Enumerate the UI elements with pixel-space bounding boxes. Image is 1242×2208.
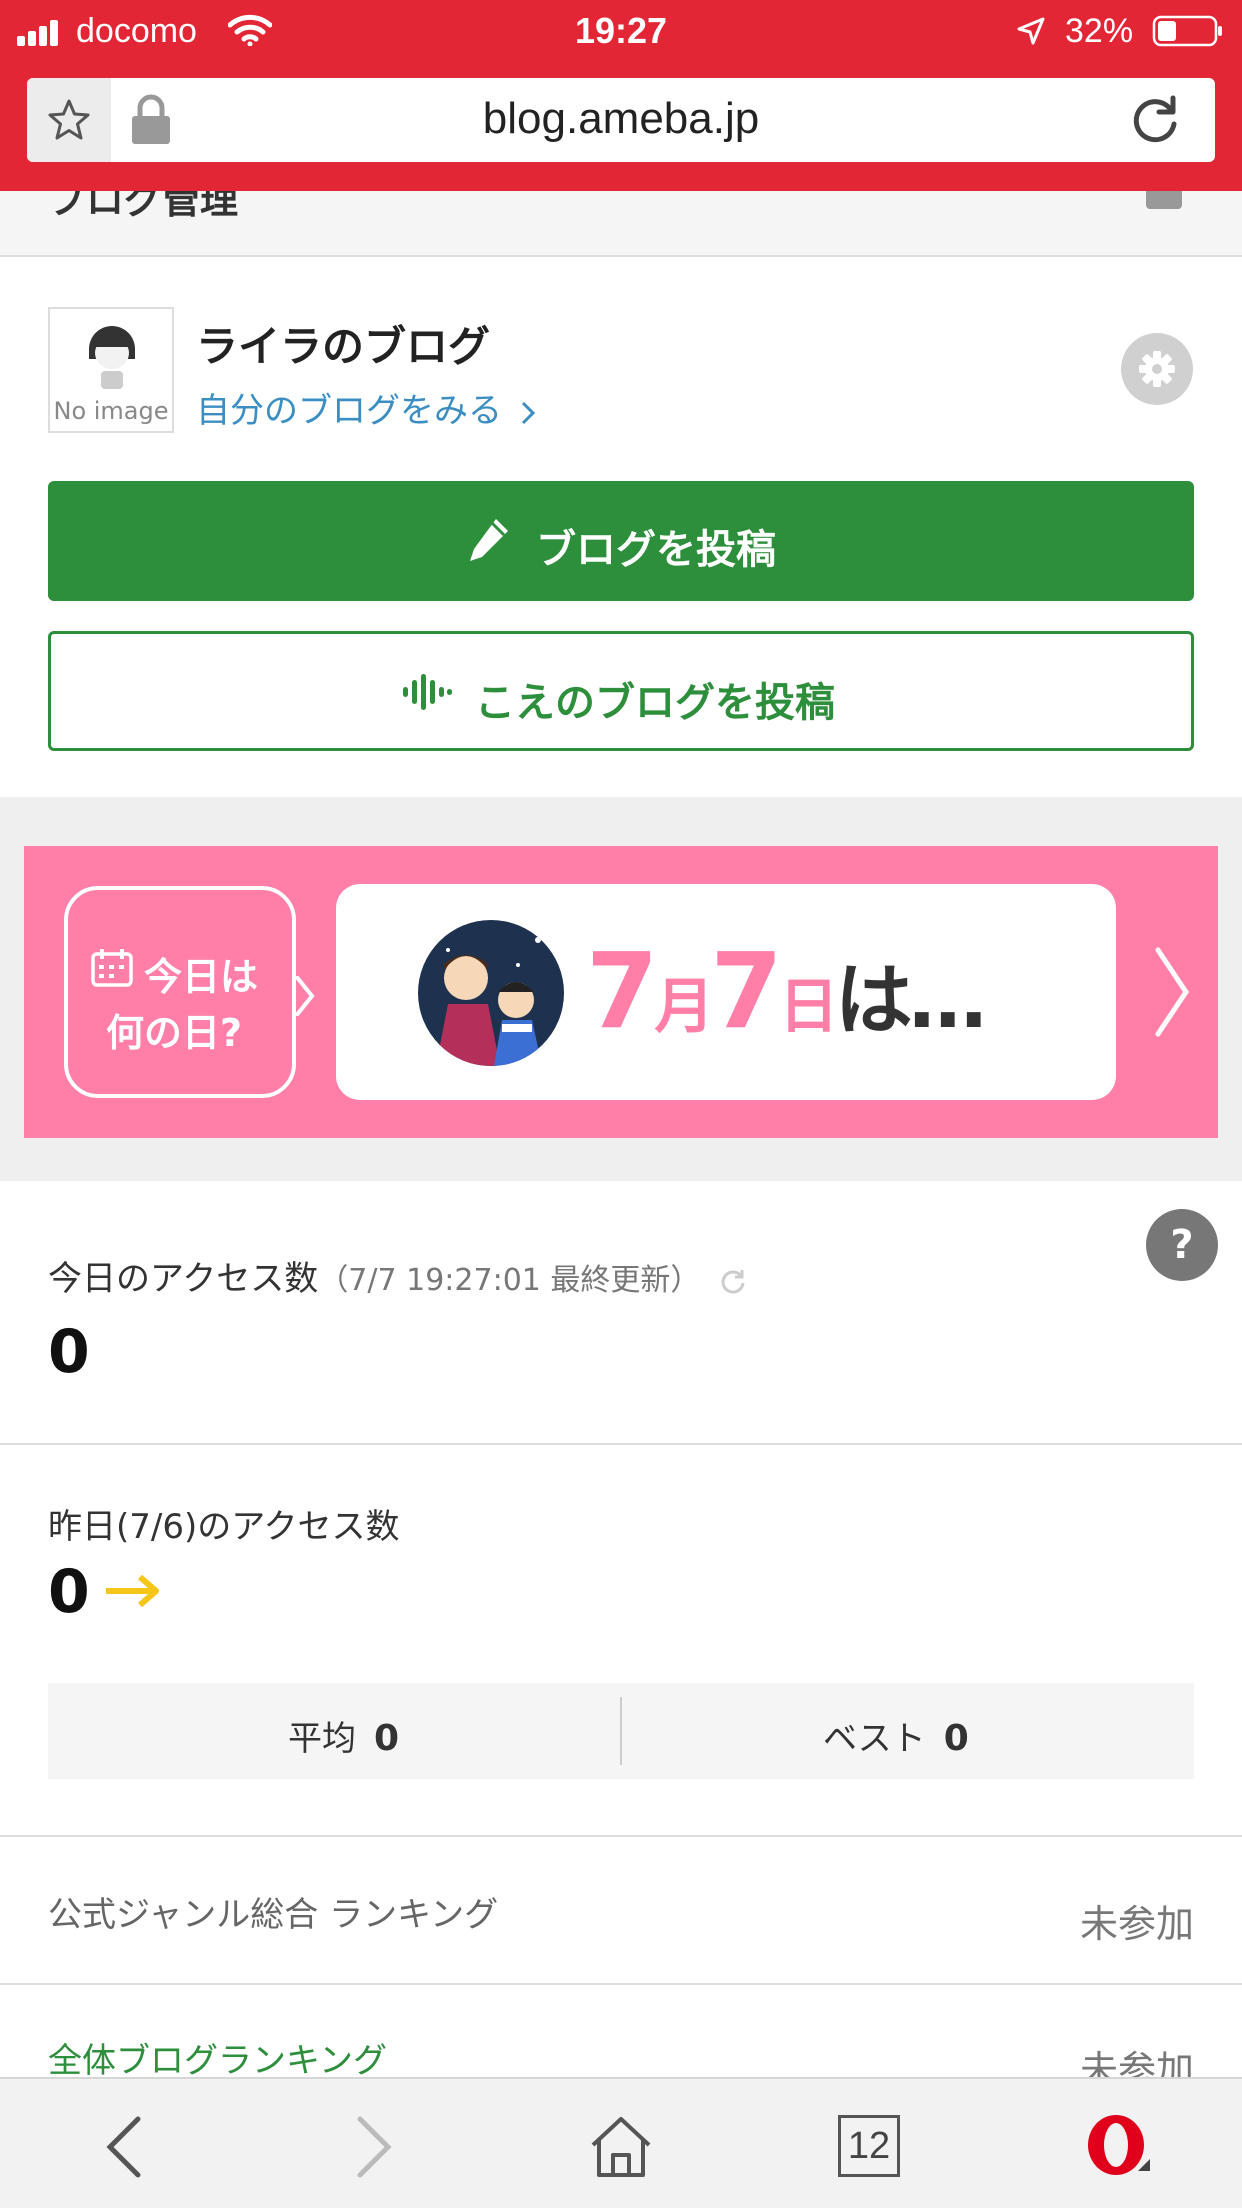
banner-month-char: 月	[654, 972, 714, 1042]
profile-section: No image ライラのブログ 自分のブログをみる ブログを投稿 こえのブログ…	[0, 257, 1242, 797]
average-label: 平均	[288, 1719, 356, 1759]
tanabata-illustration	[418, 920, 564, 1066]
bubble-tail	[296, 976, 315, 1016]
battery-icon	[1152, 15, 1222, 47]
opera-menu-icon[interactable]	[1082, 2111, 1154, 2183]
banner-card: 7月7日は…	[336, 884, 1116, 1100]
last-updated-text: （7/7 19:27:01 最終更新）	[318, 1263, 701, 1298]
banner-suffix: は…	[834, 956, 987, 1046]
yesterday-access-label: 昨日(7/6)のアクセス数	[48, 1507, 400, 1547]
browser-toolbar: 12	[0, 2077, 1242, 2208]
today-access-count: 0	[48, 1317, 90, 1387]
tabs-button[interactable]: 12	[838, 2115, 900, 2177]
forward-icon[interactable]	[336, 2111, 408, 2183]
best-label: ベスト	[823, 1719, 926, 1759]
banner-date-text: 7月7日は…	[586, 930, 987, 1052]
page-title: ブログ管理	[48, 191, 239, 222]
calendar-icon	[91, 949, 133, 987]
battery-percent: 32%	[1065, 12, 1134, 50]
post-blog-button[interactable]: ブログを投稿	[48, 481, 1194, 601]
blog-name: ライラのブログ	[196, 322, 491, 371]
chevron-right-icon	[521, 401, 535, 424]
banner-area: 今日は 何の日? 7月7日は…	[0, 797, 1242, 1181]
today-access-label: 今日のアクセス数（7/7 19:27:01 最終更新）	[48, 1251, 747, 1300]
post-voice-blog-label: こえのブログを投稿	[475, 680, 835, 726]
bubble-line-1: 今日は	[144, 955, 259, 999]
no-image-label: No image	[53, 397, 169, 425]
browser-chrome: docomo 19:27 32% blog.ameba.jp	[0, 0, 1242, 191]
banner-month-number: 7	[586, 930, 658, 1052]
back-icon[interactable]	[90, 2111, 162, 2183]
bubble-line-2: 何の日?	[106, 1011, 243, 1055]
gear-icon	[1139, 351, 1175, 387]
settings-button[interactable]	[1121, 333, 1193, 405]
yesterday-access-count: 0	[48, 1557, 90, 1627]
genre-ranking-row[interactable]: 公式ジャンル総合 ランキング 未参加	[0, 1837, 1242, 1985]
today-access-section: 今日のアクセス数（7/7 19:27:01 最終更新） 0 ?	[0, 1181, 1242, 1445]
voice-wave-icon	[403, 674, 452, 710]
address-bar[interactable]: blog.ameba.jp	[27, 78, 1215, 162]
header-menu-icon[interactable]	[1146, 191, 1182, 209]
best-stat: ベスト 0	[823, 1711, 969, 1760]
page-header: ブログ管理	[0, 191, 1242, 257]
url-text[interactable]: blog.ameba.jp	[27, 94, 1215, 144]
pencil-icon	[470, 519, 508, 561]
chevron-right-icon[interactable]	[1152, 946, 1192, 1038]
view-my-blog-link[interactable]: 自分のブログをみる	[196, 383, 537, 432]
banner-day-number: 7	[710, 930, 782, 1052]
banner-day-char: 日	[778, 972, 839, 1042]
avatar-placeholder-icon	[89, 326, 135, 389]
what-day-banner[interactable]: 今日は 何の日? 7月7日は…	[24, 846, 1218, 1138]
stats-divider	[620, 1697, 622, 1765]
overall-ranking-row[interactable]: 全体ブログランキング 未参加	[0, 1987, 1242, 2092]
today-access-title: 今日のアクセス数	[48, 1259, 319, 1299]
overall-ranking-label: 全体ブログランキング	[48, 2041, 387, 2081]
avatar[interactable]: No image	[48, 307, 174, 433]
genre-ranking-status: 未参加	[1079, 1902, 1194, 1946]
banner-speech-bubble: 今日は 何の日?	[64, 886, 315, 1098]
genre-ranking-label: 公式ジャンル総合 ランキング	[48, 1895, 499, 1935]
help-button[interactable]: ?	[1146, 1209, 1218, 1281]
refresh-icon[interactable]	[719, 1267, 747, 1295]
average-value: 0	[374, 1718, 400, 1759]
yesterday-access-section: 昨日(7/6)のアクセス数 0 平均 0 ベスト 0	[0, 1447, 1242, 1837]
average-stat: 平均 0	[288, 1711, 399, 1760]
status-bar: docomo 19:27 32%	[0, 0, 1242, 62]
best-value: 0	[943, 1718, 969, 1759]
home-icon[interactable]	[585, 2111, 657, 2183]
location-arrow-icon	[1017, 17, 1045, 45]
view-my-blog-label: 自分のブログをみる	[196, 391, 502, 431]
post-voice-blog-button[interactable]: こえのブログを投稿	[48, 631, 1194, 751]
arrow-right-icon	[106, 1574, 159, 1608]
access-stats-box: 平均 0 ベスト 0	[48, 1683, 1194, 1779]
reload-icon[interactable]	[1127, 92, 1183, 148]
clock: 19:27	[574, 10, 668, 51]
post-blog-label: ブログを投稿	[536, 527, 776, 573]
